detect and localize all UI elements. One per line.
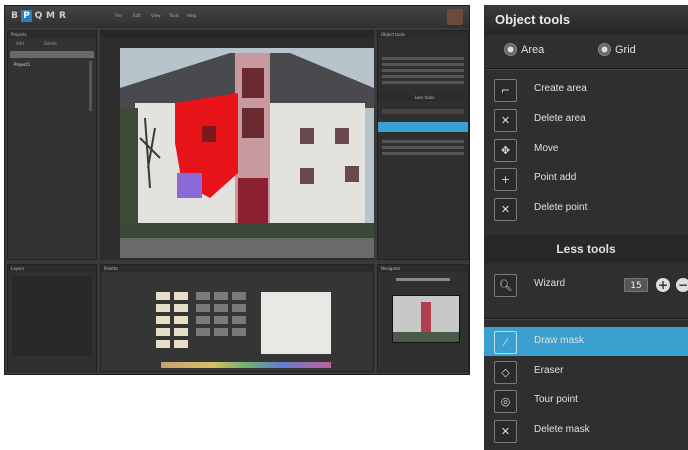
radio-icon: [504, 43, 517, 56]
delete-mask-icon: ✕: [494, 420, 517, 443]
menu-edit[interactable]: Edit: [133, 13, 141, 18]
panel-header: Object tools: [484, 5, 688, 35]
magnifier-icon: 🔍︎: [494, 274, 517, 297]
layers-list[interactable]: [12, 276, 92, 356]
menu-bar: B P Q M R File Edit View Tools Help: [5, 6, 469, 28]
layers-panel: Layers: [7, 264, 97, 372]
photo-svg: [120, 48, 374, 258]
color-swatches[interactable]: [101, 272, 375, 372]
point-add-icon: +: [494, 168, 517, 191]
logo-letter: M: [46, 11, 55, 21]
logo-letter: P: [21, 10, 32, 22]
menu-help[interactable]: Help: [187, 13, 196, 18]
menu-tools[interactable]: Tools: [169, 13, 179, 18]
minus-button[interactable]: −: [676, 278, 688, 292]
project-item[interactable]: Project1: [10, 51, 94, 67]
navigator-panel: Navigator: [377, 264, 469, 372]
move-icon: ✥: [494, 139, 517, 162]
palette-panel: Palette: [100, 264, 374, 372]
scrollbar[interactable]: [89, 61, 92, 111]
panel-title: Projects: [8, 31, 96, 38]
tool-delete-point[interactable]: ✕ Delete point: [484, 194, 688, 223]
create-area-icon: ⌐: [494, 79, 517, 102]
app-window: B P Q M R File Edit View Tools Help Proj…: [4, 5, 470, 375]
touch-point-icon: ◎: [494, 390, 517, 413]
logo-letter: B: [11, 11, 18, 21]
radio-area[interactable]: Area: [504, 43, 544, 56]
delete-point-icon: ✕: [494, 198, 517, 221]
projects-panel: Projects Add Delete Project1: [7, 30, 97, 260]
eraser-icon: ◇: [494, 361, 517, 384]
panel-title: Palette: [101, 265, 373, 272]
brush-icon: ⁄: [494, 331, 517, 354]
wizard-value-field[interactable]: 15: [624, 278, 648, 292]
panel-title: Object tools: [378, 31, 468, 38]
add-project-button[interactable]: Add: [16, 41, 24, 46]
project-tabs: Add Delete: [8, 38, 96, 49]
canvas-area[interactable]: [100, 30, 374, 260]
delete-area-icon: ✕: [494, 109, 517, 132]
object-tools-panel: Object tools Area Grid ⌐ Create area ✕ D…: [484, 5, 688, 450]
avatar[interactable]: [447, 9, 463, 25]
tool-point-add[interactable]: + Point add: [484, 164, 688, 193]
zoom-slider[interactable]: [396, 278, 450, 281]
less-tools-header: Less tools: [484, 235, 688, 263]
canvas-toolbar: [100, 30, 374, 38]
delete-project-button[interactable]: Delete: [44, 41, 57, 46]
building-photo[interactable]: [120, 48, 374, 258]
radio-icon: [598, 43, 611, 56]
plus-button[interactable]: +: [656, 278, 670, 292]
tool-delete-mask[interactable]: ✕ Delete mask: [484, 416, 688, 445]
tool-delete-area[interactable]: ✕ Delete area: [484, 105, 688, 134]
logo-letter: Q: [34, 11, 43, 21]
panel-title: Navigator: [378, 265, 468, 272]
tool-draw-mask[interactable]: ⁄ Draw mask: [484, 327, 688, 356]
active-tool-row[interactable]: [378, 122, 468, 132]
menu-file[interactable]: File: [115, 13, 122, 18]
tool-move[interactable]: ✥ Move: [484, 135, 688, 164]
tools-side-panel: Object tools Less tools: [377, 30, 469, 260]
panel-title: Layers: [8, 265, 96, 272]
logo-letter: R: [59, 11, 66, 21]
tool-create-area[interactable]: ⌐ Create area: [484, 75, 688, 104]
navigator-thumbnail[interactable]: [392, 295, 460, 343]
menu-view[interactable]: View: [151, 13, 161, 18]
panel-title: Less tools: [378, 94, 468, 101]
tool-tour-point[interactable]: ◎ Tour point: [484, 386, 688, 415]
tool-eraser[interactable]: ◇ Eraser: [484, 357, 688, 386]
radio-grid[interactable]: Grid: [598, 43, 636, 56]
